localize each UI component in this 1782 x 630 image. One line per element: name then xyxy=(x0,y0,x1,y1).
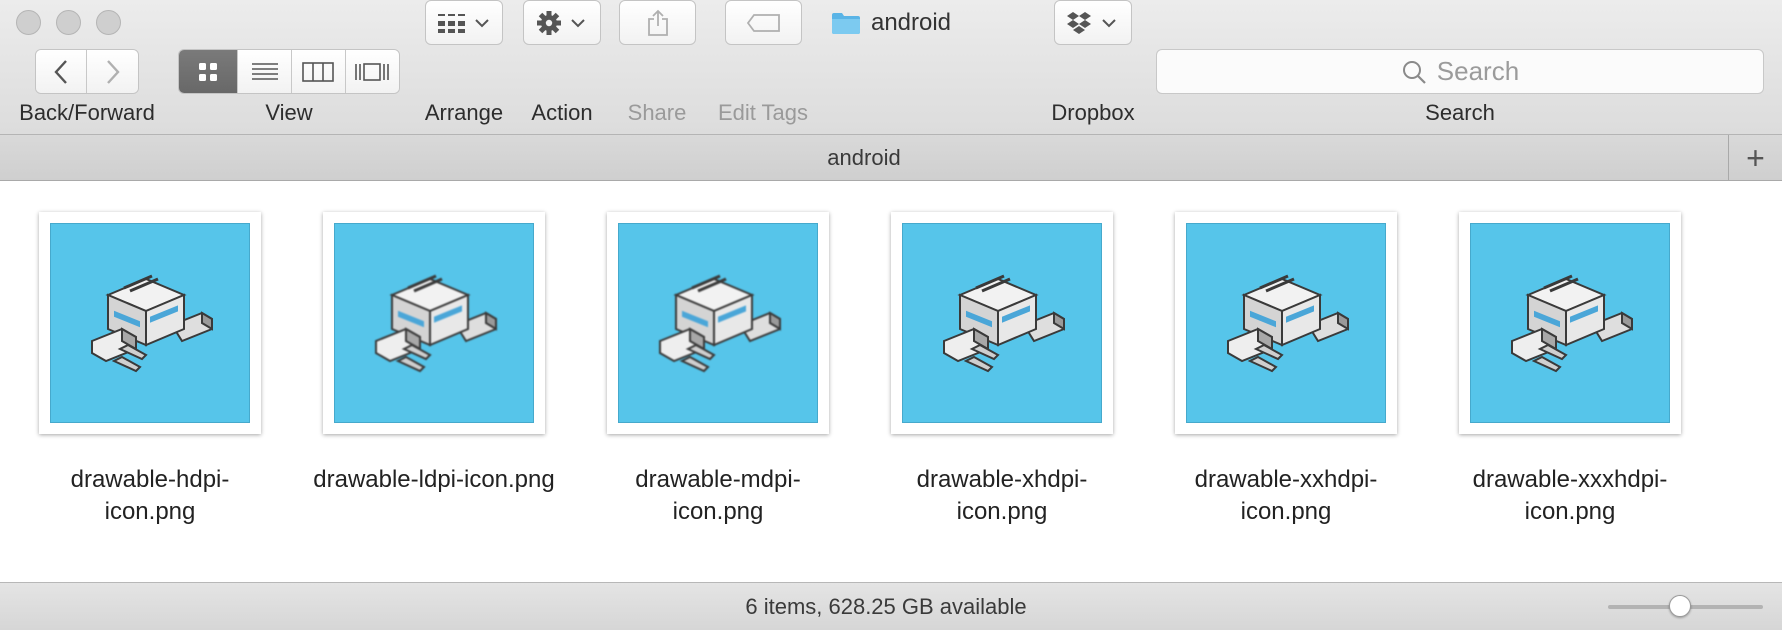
gear-icon xyxy=(537,10,585,35)
thumbnail-image xyxy=(50,223,250,423)
file-icon-grid: drawable-hdpi- icon.png drawable-ldpi-ic… xyxy=(0,182,1782,582)
forward-button[interactable] xyxy=(87,50,138,93)
window-toolbar: android Back/Forward View Arrange Action… xyxy=(0,0,1782,135)
dropbox-label: Dropbox xyxy=(1051,100,1135,125)
thumbnail-image xyxy=(618,223,818,423)
robot-icon xyxy=(659,274,781,373)
thumbnail-image xyxy=(1186,223,1386,423)
file-thumbnail[interactable] xyxy=(1175,212,1397,434)
back-button[interactable] xyxy=(36,50,88,93)
edit-tags-button[interactable] xyxy=(725,0,802,45)
file-item[interactable]: drawable-ldpi-icon.png xyxy=(292,212,576,552)
view-mode-control xyxy=(178,49,400,94)
share-icon xyxy=(647,9,668,36)
window-title-text: android xyxy=(870,9,952,36)
file-name[interactable]: drawable-mdpi- icon.png xyxy=(576,464,860,528)
search-icon xyxy=(1402,60,1426,84)
action-button[interactable] xyxy=(523,0,601,45)
thumbnail-image xyxy=(902,223,1102,423)
item-count-status: 6 items, 628.25 GB available xyxy=(745,594,1027,619)
view-label: View xyxy=(265,100,313,125)
file-thumbnail[interactable] xyxy=(607,212,829,434)
dropbox-button[interactable] xyxy=(1054,0,1132,45)
file-name[interactable]: drawable-xhdpi- icon.png xyxy=(860,464,1144,528)
robot-icon xyxy=(91,274,213,373)
icon-size-slider-knob[interactable] xyxy=(1669,595,1691,617)
file-thumbnail[interactable] xyxy=(323,212,545,434)
chevron-down-icon xyxy=(475,18,489,27)
search-label: Search xyxy=(1425,100,1495,125)
column-view-button[interactable] xyxy=(291,50,346,93)
file-item[interactable]: drawable-xxxhdpi- icon.png xyxy=(1428,212,1712,552)
chevron-right-icon xyxy=(106,59,120,84)
file-item[interactable]: drawable-mdpi- icon.png xyxy=(576,212,860,552)
icon-size-slider[interactable] xyxy=(1608,595,1763,617)
file-item[interactable]: drawable-xhdpi- icon.png xyxy=(860,212,1144,552)
thumbnail-image xyxy=(1470,223,1670,423)
file-thumbnail[interactable] xyxy=(891,212,1113,434)
robot-icon xyxy=(1511,274,1633,373)
chevron-left-icon xyxy=(54,59,67,84)
search-field[interactable]: Search xyxy=(1156,49,1764,94)
file-name[interactable]: drawable-xxxhdpi- icon.png xyxy=(1428,464,1712,528)
tag-icon xyxy=(746,13,780,32)
file-name[interactable]: drawable-hdpi- icon.png xyxy=(8,464,292,528)
arrange-label: Arrange xyxy=(424,100,504,125)
thumbnail-image xyxy=(334,223,534,423)
grid-icon xyxy=(199,62,218,81)
file-item[interactable]: drawable-hdpi- icon.png xyxy=(8,212,292,552)
robot-icon xyxy=(943,274,1065,373)
edit-tags-label: Edit Tags xyxy=(717,100,809,125)
file-item[interactable]: drawable-xxhdpi- icon.png xyxy=(1144,212,1428,552)
status-bar: 6 items, 628.25 GB available xyxy=(0,582,1782,630)
list-icon xyxy=(251,62,278,80)
gallery-view-button[interactable] xyxy=(345,50,399,93)
file-thumbnail[interactable] xyxy=(39,212,261,434)
tab-android[interactable]: android xyxy=(0,135,1728,181)
tab-bar: android + xyxy=(0,135,1782,181)
window-title: android xyxy=(0,8,1782,38)
search-placeholder: Search xyxy=(1436,56,1520,86)
arrange-button[interactable] xyxy=(425,0,503,45)
share-button[interactable] xyxy=(619,0,696,45)
action-label: Action xyxy=(531,100,593,125)
share-label: Share xyxy=(627,100,687,125)
robot-icon xyxy=(375,274,497,373)
file-name[interactable]: drawable-ldpi-icon.png xyxy=(292,464,576,496)
gallery-icon xyxy=(355,62,390,81)
back-forward-control xyxy=(35,49,139,94)
icon-view-button[interactable] xyxy=(179,50,239,93)
file-name[interactable]: drawable-xxhdpi- icon.png xyxy=(1144,464,1428,528)
columns-icon xyxy=(302,61,335,82)
robot-icon xyxy=(1227,274,1349,373)
dropbox-icon xyxy=(1067,11,1116,34)
arrange-grid-icon xyxy=(438,13,489,33)
folder-icon xyxy=(831,13,860,34)
list-view-button[interactable] xyxy=(238,50,292,93)
new-tab-button[interactable]: + xyxy=(1728,135,1782,181)
back-forward-label: Back/Forward xyxy=(19,100,155,125)
file-thumbnail[interactable] xyxy=(1459,212,1681,434)
